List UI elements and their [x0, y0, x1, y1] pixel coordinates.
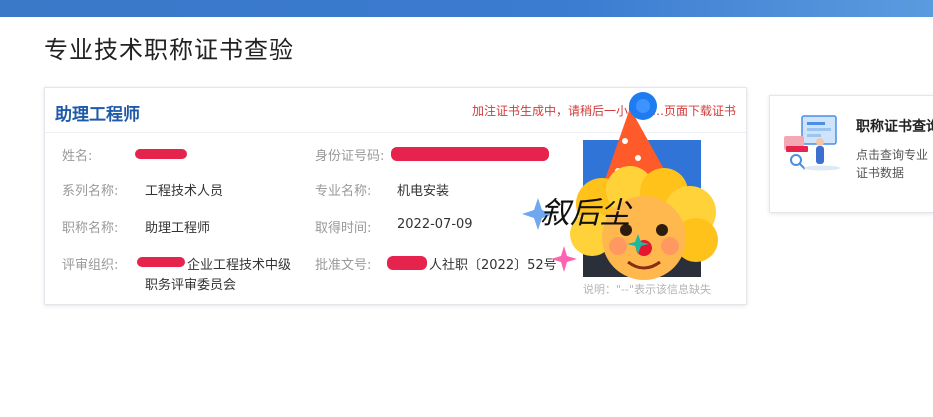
approval-number-label: 批准文号:: [315, 258, 372, 273]
professional-title-label: 职称名称:: [62, 221, 119, 236]
certificate-query-card[interactable]: 职称证书查询 点击查询专业 证书数据: [769, 95, 933, 213]
page-title: 专业技术职称证书查验: [44, 36, 294, 64]
series-value: 工程技术人员: [145, 184, 224, 199]
review-org-value-line2: 职务评审委员会: [145, 278, 237, 293]
obtained-date-value: 2022-07-09: [397, 217, 473, 232]
side-card-desc-line2: 证书数据: [856, 166, 905, 180]
review-org-label: 评审组织:: [62, 258, 119, 273]
approval-number-redacted: [387, 255, 427, 270]
side-card-description: 点击查询专业 证书数据: [856, 146, 933, 182]
side-card-title: 职称证书查询: [856, 119, 933, 135]
major-value: 机电安装: [397, 184, 450, 199]
obtained-date-label: 取得时间:: [315, 221, 372, 236]
series-label: 系列名称:: [62, 184, 119, 199]
signature-text: 叙后尘: [540, 196, 630, 231]
side-card-desc-line1: 点击查询专业: [856, 148, 929, 162]
name-label: 姓名:: [62, 149, 93, 164]
major-label: 专业名称:: [315, 184, 372, 199]
top-nav-bar: [0, 0, 933, 17]
review-org-value-line1: 企业工程技术中级: [187, 258, 292, 273]
name-value-redacted: [135, 146, 187, 161]
certificate-title: 助理工程师: [55, 105, 140, 125]
professional-title-value: 助理工程师: [145, 221, 211, 236]
data-report-illustration-icon: [784, 115, 840, 171]
id-number-label: 身份证号码:: [315, 149, 385, 164]
review-org-redacted: [137, 254, 185, 269]
